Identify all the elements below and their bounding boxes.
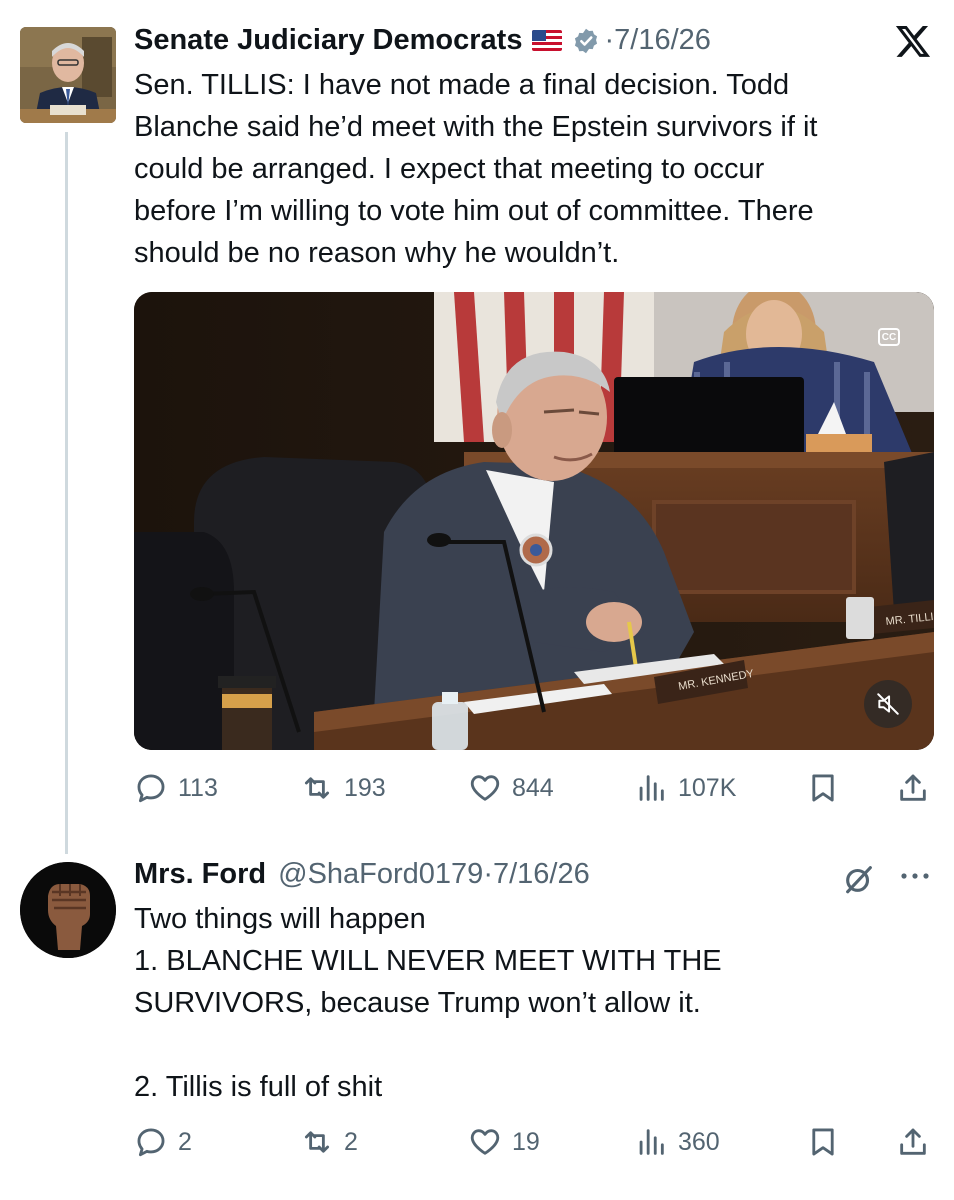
repost-count: 193 xyxy=(344,773,386,802)
like-count: 844 xyxy=(512,773,554,802)
more-icon[interactable] xyxy=(898,866,932,886)
views-icon xyxy=(639,1129,664,1155)
video-frame: MR. KENNEDY MR. TILLIS xyxy=(134,292,934,750)
thread-line xyxy=(65,132,68,854)
author-handle[interactable]: @ShaFord0179 xyxy=(278,858,483,891)
avatar-image xyxy=(20,27,116,123)
raised-fist-icon xyxy=(20,862,116,958)
bookmark-button[interactable] xyxy=(806,1122,840,1162)
repost-button[interactable]: 193 xyxy=(300,768,386,808)
bookmark-button[interactable] xyxy=(806,768,840,808)
mute-icon xyxy=(877,693,899,715)
reply-count: 113 xyxy=(178,773,218,802)
reply-button[interactable]: 2 xyxy=(134,1122,192,1162)
separator-dot: · xyxy=(604,24,615,56)
tweet-actions: 2 2 19 360 xyxy=(134,1122,934,1162)
repost-icon xyxy=(304,777,330,799)
avatar[interactable] xyxy=(20,862,116,958)
views-count: 360 xyxy=(678,1127,720,1156)
heart-icon xyxy=(470,1129,500,1155)
bookmark-icon xyxy=(812,1128,834,1156)
grok-icon[interactable] xyxy=(842,862,876,896)
us-flag-icon xyxy=(532,30,563,51)
tweet-date[interactable]: 7/16/26 xyxy=(493,858,590,891)
reply-button[interactable]: 113 xyxy=(134,768,218,808)
share-icon xyxy=(900,1128,926,1155)
verified-badge-icon xyxy=(575,28,598,53)
tweet-date[interactable]: 7/16/26 xyxy=(614,24,711,57)
tweet-actions: 113 193 844 107K xyxy=(134,768,934,808)
bookmark-icon xyxy=(812,774,834,802)
share-button[interactable] xyxy=(896,1122,930,1162)
separator-dot: · xyxy=(483,858,493,890)
heart-icon xyxy=(470,775,500,801)
views-button[interactable]: 360 xyxy=(634,1122,720,1162)
share-icon xyxy=(900,774,926,801)
tweet-text: Sen. TILLIS: I have not made a final dec… xyxy=(134,69,818,269)
author-name[interactable]: Senate Judiciary Democrats xyxy=(134,24,522,57)
closed-captions-button[interactable]: CC xyxy=(878,328,900,346)
avatar[interactable] xyxy=(20,27,116,123)
reply-icon xyxy=(137,1128,165,1157)
reply-icon xyxy=(137,774,165,803)
share-button[interactable] xyxy=(896,768,930,808)
like-button[interactable]: 844 xyxy=(468,768,554,808)
video-player[interactable]: MR. KENNEDY MR. TILLIS CC xyxy=(134,292,934,750)
author-name[interactable]: Mrs. Ford xyxy=(134,858,266,891)
reply-count: 2 xyxy=(178,1127,192,1156)
mute-button[interactable] xyxy=(864,680,912,728)
views-button[interactable]: 107K xyxy=(634,768,736,808)
repost-icon xyxy=(304,1131,330,1153)
like-count: 19 xyxy=(512,1127,540,1156)
views-count: 107K xyxy=(678,773,737,802)
tweet-text: Two things will happen 1. BLANCHE WILL N… xyxy=(134,903,722,1103)
repost-button[interactable]: 2 xyxy=(300,1122,358,1162)
views-icon xyxy=(639,775,664,801)
like-button[interactable]: 19 xyxy=(468,1122,540,1162)
tweet-header: Senate Judiciary Democrats · 7/16/26 xyxy=(134,24,711,57)
repost-count: 2 xyxy=(344,1127,358,1156)
tweet-header: Mrs. Ford @ShaFord0179 · 7/16/26 xyxy=(134,858,590,891)
x-logo-icon[interactable] xyxy=(894,22,932,60)
